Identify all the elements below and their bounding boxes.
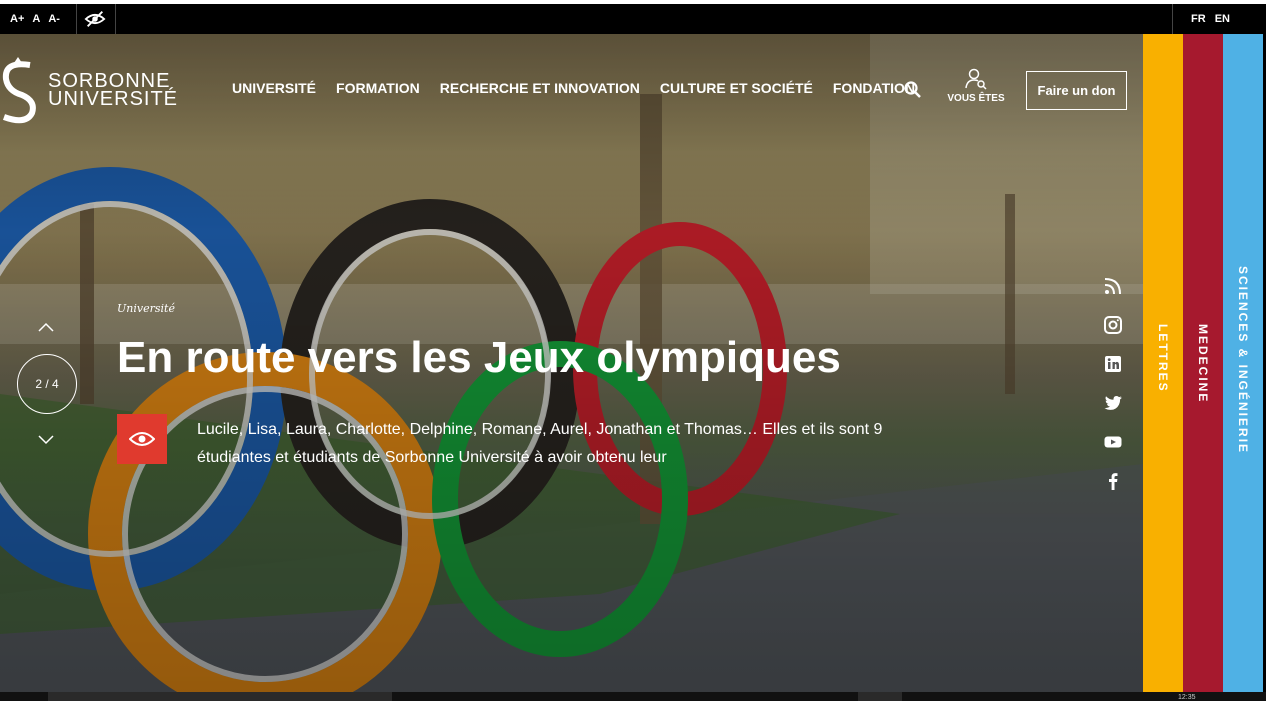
top-utility-bar: A+ A A- FR EN xyxy=(0,4,1266,34)
tab-sciences-ingenierie[interactable]: SCIENCES & INGÉNIERIE xyxy=(1223,34,1263,692)
divider xyxy=(76,4,77,34)
rss-icon[interactable] xyxy=(1103,276,1123,296)
twitter-icon[interactable] xyxy=(1103,393,1123,413)
vous-etes-label: VOUS ÊTES xyxy=(947,93,1005,104)
user-search-icon xyxy=(965,68,987,90)
divider xyxy=(1172,4,1173,34)
lang-en-link[interactable]: EN xyxy=(1215,13,1230,25)
slide-category[interactable]: Université xyxy=(117,302,175,315)
font-size-controls: A+ A A- xyxy=(10,4,60,34)
font-reset-button[interactable]: A xyxy=(32,13,40,25)
tab-lettres[interactable]: LETTRES xyxy=(1143,34,1183,692)
divider xyxy=(115,4,116,34)
font-increase-button[interactable]: A+ xyxy=(10,13,24,25)
taskbar-clock: 12:35 xyxy=(1178,694,1196,701)
slide-title[interactable]: En route vers les Jeux olympiques xyxy=(117,333,841,383)
linkedin-icon[interactable] xyxy=(1103,354,1123,374)
lang-fr-link[interactable]: FR xyxy=(1191,13,1206,25)
chevron-down-icon[interactable] xyxy=(38,435,54,445)
donate-button[interactable]: Faire un don xyxy=(1026,71,1127,110)
language-switcher: FR EN xyxy=(1191,4,1230,34)
taskbar-item[interactable] xyxy=(858,692,902,701)
logo-line-2: UNIVERSITÉ xyxy=(48,88,179,110)
read-more-button[interactable] xyxy=(117,414,167,464)
tab-medecine-label: MEDECINE xyxy=(1196,324,1210,404)
tab-lettres-label: LETTRES xyxy=(1156,324,1170,393)
eye-slash-icon[interactable] xyxy=(84,9,106,29)
nav-item-universite[interactable]: UNIVERSITÉ xyxy=(232,80,316,96)
tab-medecine[interactable]: MEDECINE xyxy=(1183,34,1223,692)
tab-sciences-label: SCIENCES & INGÉNIERIE xyxy=(1236,266,1250,455)
page: A+ A A- FR EN SORBONNE UNIVERSITÉ UNIVER… xyxy=(0,0,1266,701)
facebook-icon[interactable] xyxy=(1103,471,1123,491)
slide-counter: 2 / 4 xyxy=(17,354,77,414)
nav-item-culture[interactable]: CULTURE ET SOCIÉTÉ xyxy=(660,80,813,96)
sorbonne-emblem-icon xyxy=(2,57,36,124)
nav-item-recherche[interactable]: RECHERCHE ET INNOVATION xyxy=(440,80,640,96)
vous-etes-menu[interactable]: VOUS ÊTES xyxy=(946,68,1006,104)
main-navigation: UNIVERSITÉ FORMATION RECHERCHE ET INNOVA… xyxy=(232,80,915,96)
logo-text: SORBONNE UNIVERSITÉ xyxy=(48,71,179,110)
eye-icon xyxy=(129,432,155,446)
instagram-icon[interactable] xyxy=(1103,315,1123,335)
sorbonne-logo[interactable]: SORBONNE UNIVERSITÉ xyxy=(0,55,178,125)
chevron-up-icon[interactable] xyxy=(38,322,54,332)
youtube-icon[interactable] xyxy=(1103,432,1123,452)
taskbar-item[interactable] xyxy=(48,692,392,701)
search-icon[interactable] xyxy=(903,80,923,100)
font-decrease-button[interactable]: A- xyxy=(48,13,60,25)
slide-description: Lucile, Lisa, Laura, Charlotte, Delphine… xyxy=(197,421,883,466)
nav-item-formation[interactable]: FORMATION xyxy=(336,80,420,96)
